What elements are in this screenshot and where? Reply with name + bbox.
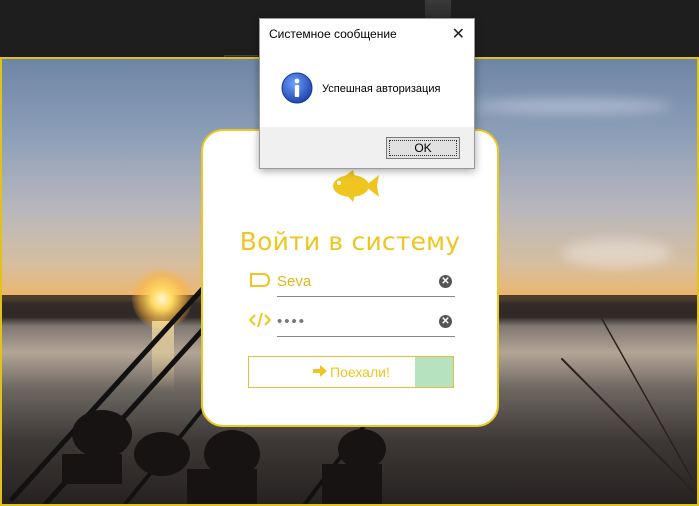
login-title: Войти в систему: [239, 227, 461, 256]
clear-icon[interactable]: ✕: [439, 275, 452, 288]
login-card: Войти в систему Seva ✕ •••• ✕ Поехали!: [201, 129, 499, 427]
clear-icon[interactable]: ✕: [439, 315, 452, 328]
fish-icon: [333, 170, 379, 202]
dialog-message: Успешная авторизация: [322, 83, 441, 95]
close-icon[interactable]: ✕: [452, 24, 465, 44]
password-underline: [277, 336, 455, 337]
username-value[interactable]: Seva: [277, 273, 311, 290]
submit-button-label: Поехали!: [330, 364, 390, 380]
password-value[interactable]: ••••: [277, 313, 306, 330]
ok-button[interactable]: OK: [386, 137, 460, 159]
username-field[interactable]: Seva ✕: [249, 269, 455, 297]
system-message-dialog: Системное сообщение ✕ Успешная авторизац…: [259, 18, 475, 169]
tag-icon: [250, 273, 271, 287]
arrow-right-icon: [313, 365, 327, 377]
password-field[interactable]: •••• ✕: [249, 309, 455, 337]
submit-button[interactable]: Поехали!: [248, 356, 454, 388]
submit-button-accent: [415, 357, 453, 387]
dialog-footer: OK: [260, 127, 474, 168]
username-underline: [277, 296, 455, 297]
info-icon: [281, 72, 313, 104]
dialog-title: Системное сообщение: [269, 27, 397, 41]
code-icon: [249, 312, 271, 328]
